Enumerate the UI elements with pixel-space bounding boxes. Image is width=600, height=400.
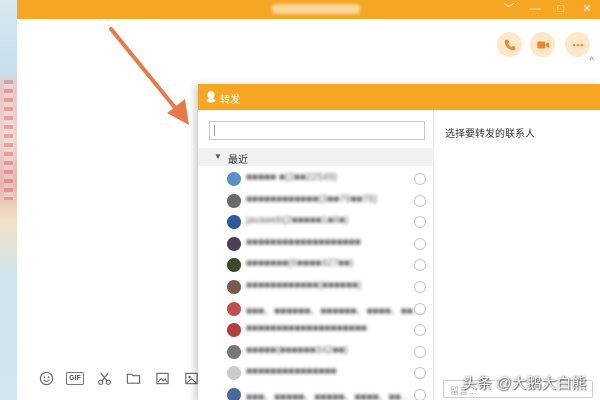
picture-icon: [155, 372, 169, 384]
watermark: 头条 @大鹅大白熊: [462, 375, 587, 392]
contact-row[interactable]: javaweb(2■■■■■1■8■): [198, 211, 434, 233]
avatar: [227, 344, 241, 359]
image-button[interactable]: [153, 369, 171, 387]
video-camera-icon: [536, 41, 549, 48]
contact-row[interactable]: ■■■■■■■■■■■■■■■: [198, 362, 434, 384]
contact-row[interactable]: ■■■、■■■■■、■■■■■、■■■■、■■...: [198, 384, 434, 400]
section-label: 最近: [228, 155, 248, 166]
avatar: [227, 387, 241, 400]
contact-name: ■■■、■■■■■■、■■■■■■、■■■■、■■...: [246, 305, 422, 317]
contact-name: ■■■■■■■■■■■■■■■■■■■: [246, 236, 361, 248]
folder-icon: [126, 373, 140, 384]
select-radio[interactable]: [414, 302, 426, 315]
avatar: [227, 258, 241, 273]
select-radio[interactable]: [414, 194, 426, 207]
contact-list: ■■■■■ ■(2■■22549) ■■■■■■■■■■■■(3■■79■■78)…: [198, 168, 434, 400]
contact-name: ■■■■■■■■■■■■■■■: [246, 366, 337, 378]
select-radio[interactable]: [414, 345, 426, 358]
phone-call-button[interactable]: [497, 32, 522, 57]
contact-name: ■■■■■■■(6■■■■427■■): [246, 258, 354, 270]
contact-row[interactable]: ■■■■■■■■■■■■■■■■■■■: [198, 233, 434, 255]
phone-icon: [504, 39, 515, 50]
text-cursor: [214, 125, 215, 136]
select-radio[interactable]: [414, 367, 426, 380]
contact-row[interactable]: ■■■■■(■■■■■■342■■): [198, 341, 434, 363]
emoji-button[interactable]: [37, 369, 55, 387]
image-icon: [184, 372, 198, 384]
select-radio[interactable]: [414, 237, 426, 250]
more-button[interactable]: [565, 32, 590, 57]
qq-penguin-icon: [206, 90, 216, 103]
avatar: [227, 193, 241, 208]
contact-name: ■■■■■■■■■■■■(■■■■■■): [246, 279, 362, 291]
avatar: [227, 172, 241, 186]
select-radio[interactable]: [414, 259, 426, 272]
select-radio[interactable]: [414, 216, 426, 229]
selected-pane: 选择要转发的联系人 留言…: [435, 110, 600, 400]
contact-row[interactable]: ■■■■■■■■■■■■■■■■■■■■: [198, 319, 434, 341]
video-call-button[interactable]: [530, 32, 555, 57]
avatar: [227, 236, 241, 251]
minimize-button[interactable]: —: [528, 0, 542, 19]
more-dots-icon: [572, 43, 583, 46]
dialog-header: 转发: [198, 84, 600, 110]
select-radio[interactable]: [414, 280, 426, 293]
contact-name: ■■■、■■■■■、■■■■■、■■■■、■■...: [246, 391, 410, 400]
avatar: [227, 366, 241, 381]
contact-row[interactable]: ■■■■■■■■■■■■(■■■■■■): [198, 276, 434, 298]
window-controls: ﹀ — □ ✕: [502, 0, 594, 19]
maximize-button[interactable]: □: [554, 0, 568, 19]
chat-title-bar: ﹀ — □ ✕: [17, 0, 600, 19]
contact-row[interactable]: ■■■■■■■(6■■■■427■■): [198, 254, 434, 276]
chat-title: [272, 4, 360, 14]
smiley-icon: [39, 371, 53, 385]
close-button[interactable]: ✕: [580, 0, 594, 19]
gif-icon: GIF: [66, 371, 84, 385]
gif-button[interactable]: GIF: [66, 369, 84, 387]
background-map-strip: [0, 0, 17, 400]
recent-section-header[interactable]: ▼ 最近: [198, 148, 434, 166]
select-radio[interactable]: [414, 324, 426, 337]
dropdown-button[interactable]: ﹀: [502, 0, 516, 19]
contact-name: ■■■■■ ■(2■■22549): [246, 172, 338, 183]
avatar: [227, 215, 241, 230]
select-radio[interactable]: [414, 388, 426, 400]
contact-row[interactable]: ■■■、■■■■■■、■■■■■■、■■■■、■■...: [198, 298, 434, 320]
contact-row[interactable]: ■■■■■ ■(2■■22549): [198, 168, 434, 190]
avatar: [227, 301, 241, 316]
search-input[interactable]: [209, 121, 425, 140]
select-radio[interactable]: [414, 173, 426, 185]
contact-name: javaweb(2■■■■■1■8■): [246, 215, 349, 227]
contact-pane: ▼ 最近 ■■■■■ ■(2■■22549) ■■■■■■■■■■■■(3■■79…: [198, 110, 434, 400]
avatar: [227, 323, 241, 338]
contact-name: ■■■■■■■■■■■■■■■■■■■■: [246, 323, 367, 335]
contact-name: ■■■■■(■■■■■■342■■): [246, 344, 348, 356]
contact-name: ■■■■■■■■■■■■(3■■79■■78): [246, 193, 378, 205]
collapse-icon[interactable]: ^: [589, 56, 594, 67]
forward-dialog: 转发 ▼ 最近 ■■■■■ ■(2■■22549) ■■■■■■■■■■■■(3■…: [198, 84, 600, 400]
file-button[interactable]: [124, 369, 142, 387]
scissors-icon: [97, 372, 111, 385]
contact-row[interactable]: ■■■■■■■■■■■■(3■■79■■78): [198, 190, 434, 212]
select-hint: 选择要转发的联系人: [445, 129, 535, 140]
pointer-arrow: [109, 27, 189, 125]
dialog-title: 转发: [220, 95, 240, 106]
caret-down-icon: ▼: [214, 152, 222, 161]
screenshot-button[interactable]: [95, 369, 113, 387]
avatar: [227, 279, 241, 294]
